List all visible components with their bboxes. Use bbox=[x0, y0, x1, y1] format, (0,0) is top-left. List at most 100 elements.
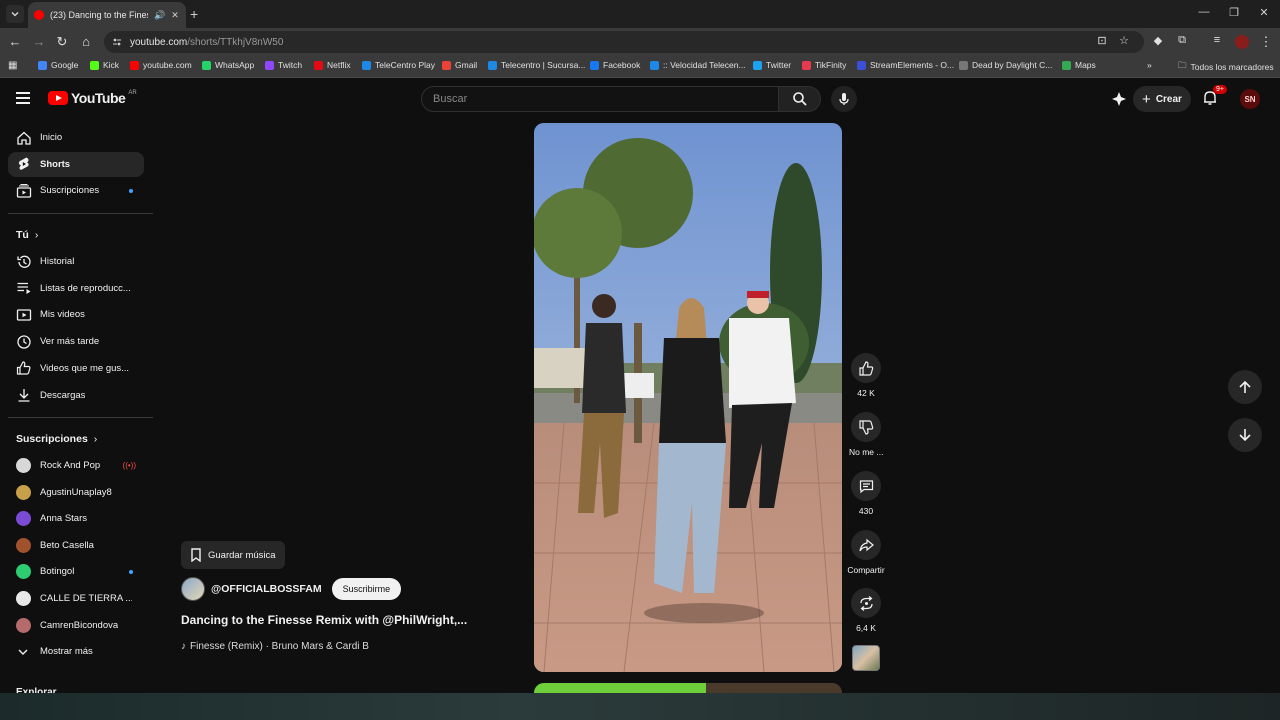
short-title[interactable]: Dancing to the Finesse Remix with @PhilW… bbox=[181, 613, 467, 627]
reload-icon[interactable]: ↻ bbox=[54, 34, 70, 50]
home-icon bbox=[8, 130, 40, 146]
bookmark-item[interactable]: Maps bbox=[1062, 60, 1096, 70]
share-button[interactable] bbox=[851, 530, 881, 560]
subscribe-button[interactable]: Suscribirme bbox=[331, 578, 402, 600]
bookmark-star-icon[interactable]: ☆ bbox=[1116, 34, 1132, 47]
sidebar-subscription-item[interactable]: Beto Casella bbox=[8, 533, 144, 558]
bookmark-item[interactable]: Twitch bbox=[265, 60, 302, 70]
sidebar-item-clock[interactable]: Ver más tarde bbox=[8, 329, 144, 354]
sidebar-subscription-item[interactable]: Anna Stars bbox=[8, 506, 144, 531]
sidebar-subscription-item[interactable]: CamrenBicondova bbox=[8, 613, 144, 638]
share-icon bbox=[858, 538, 874, 551]
address-bar[interactable]: youtube.com/shorts/TTkhjV8nW50 bbox=[104, 31, 1144, 53]
save-music-button[interactable]: Guardar música bbox=[181, 541, 285, 569]
install-app-icon[interactable]: ⊡ bbox=[1094, 34, 1110, 47]
sidebar-subscription-item[interactable]: AgustinUnaplay8 bbox=[8, 480, 144, 505]
music-link[interactable]: ♪ Finesse (Remix) · Bruno Mars & Cardi B bbox=[181, 641, 369, 652]
browser-menu-icon[interactable]: ⋮ bbox=[1258, 34, 1274, 50]
minimize-button[interactable]: — bbox=[1194, 6, 1214, 18]
next-short-button[interactable] bbox=[1228, 418, 1262, 452]
bookmark-item[interactable]: Netflix bbox=[314, 60, 351, 70]
channel-avatar bbox=[16, 484, 31, 500]
subscriptions-section-heading[interactable]: Suscripciones › bbox=[16, 433, 97, 445]
sidebar-subscription-item[interactable]: Rock And Pop ((•)) bbox=[8, 453, 144, 478]
bookmark-item[interactable]: Gmail bbox=[442, 60, 477, 70]
sparkle-create-icon[interactable] bbox=[1111, 91, 1127, 107]
bookmark-item[interactable]: Facebook bbox=[590, 60, 640, 70]
browser-toolbar: ← → ↻ ⌂ youtube.com/shorts/TTkhjV8nW50 ⊡… bbox=[0, 28, 1280, 56]
sidebar-item-like[interactable]: Videos que me gus... bbox=[8, 356, 144, 381]
previous-short-button[interactable] bbox=[1228, 370, 1262, 404]
bookmark-item[interactable]: TikFinity bbox=[802, 60, 846, 70]
channel-avatar[interactable] bbox=[181, 577, 205, 601]
close-window-button[interactable]: ✕ bbox=[1254, 6, 1274, 19]
bookmark-item[interactable]: WhatsApp bbox=[202, 60, 254, 70]
desktop-background-strip bbox=[0, 693, 1280, 720]
sidebar-item-label: Anna Stars bbox=[40, 513, 87, 525]
bookmark-item[interactable]: StreamElements - O... bbox=[857, 60, 954, 70]
sidebar-subscription-item[interactable]: CALLE DE TIERRA ... bbox=[8, 586, 144, 611]
tab-title: (23) Dancing to the Finesse bbox=[50, 10, 148, 20]
extensions-puzzle-icon[interactable]: ⧉ bbox=[1174, 34, 1190, 47]
apps-grid-icon[interactable]: ▦ bbox=[8, 60, 17, 71]
media-control-icon[interactable]: ≡ bbox=[1209, 34, 1225, 46]
search-button[interactable] bbox=[779, 86, 821, 112]
like-count: 42 K bbox=[857, 388, 875, 398]
bookmark-item[interactable]: Dead by Daylight C... bbox=[959, 60, 1052, 70]
create-button[interactable]: + Crear bbox=[1133, 86, 1191, 112]
new-content-dot bbox=[129, 188, 133, 193]
restore-button[interactable]: ❐ bbox=[1224, 6, 1244, 19]
new-tab-button[interactable]: + bbox=[190, 6, 198, 22]
sidebar-item-history[interactable]: Historial bbox=[8, 249, 144, 274]
close-tab-icon[interactable]: ✕ bbox=[171, 10, 179, 21]
bookmark-item[interactable]: Kick bbox=[90, 60, 119, 70]
voice-search-button[interactable] bbox=[831, 86, 857, 112]
short-video-player[interactable] bbox=[534, 123, 842, 672]
dislike-button[interactable] bbox=[851, 412, 881, 442]
all-bookmarks-folder[interactable]: 🗀 Todos los marcadores bbox=[1178, 60, 1274, 74]
bookmark-favicon-icon bbox=[362, 60, 371, 70]
new-content-dot bbox=[129, 569, 133, 574]
sidebar-item-label: AgustinUnaplay8 bbox=[40, 486, 112, 498]
remix-button[interactable] bbox=[851, 588, 881, 618]
extension-icon[interactable]: ◆ bbox=[1150, 34, 1166, 47]
bookmark-item[interactable]: :: Velocidad Telecen... bbox=[650, 60, 746, 70]
bookmark-item[interactable]: Twitter bbox=[753, 60, 791, 70]
bookmark-item[interactable]: Google bbox=[38, 60, 78, 70]
channel-avatar-icon bbox=[8, 617, 40, 633]
sidebar-item-my-videos[interactable]: Mis videos bbox=[8, 302, 144, 327]
site-info-icon[interactable] bbox=[112, 37, 122, 47]
account-avatar[interactable]: SN bbox=[1240, 89, 1260, 109]
search-input[interactable]: Buscar bbox=[421, 86, 779, 112]
channel-avatar-icon bbox=[8, 564, 40, 580]
sidebar-item-label: Listas de reproducc... bbox=[40, 282, 131, 294]
you-section-heading[interactable]: Tú › bbox=[16, 229, 38, 241]
bookmark-item[interactable]: Telecentro | Sucursa... bbox=[488, 60, 585, 70]
back-icon[interactable]: ← bbox=[7, 34, 23, 49]
bookmark-item[interactable]: TeleCentro Play bbox=[362, 60, 435, 70]
channel-name[interactable]: @OFFICIALBOSSFAM bbox=[211, 583, 322, 595]
bookmarks-overflow-icon[interactable]: » bbox=[1147, 60, 1152, 70]
sidebar-subscription-item[interactable]: Botingol bbox=[8, 559, 144, 584]
show-more-button[interactable]: Mostrar más bbox=[8, 639, 144, 664]
sidebar-item-label: Mis videos bbox=[40, 309, 85, 321]
forward-icon[interactable]: → bbox=[31, 34, 47, 49]
sidebar-item-playlist[interactable]: Listas de reproducc... bbox=[8, 276, 144, 301]
sidebar-item-shorts[interactable]: Shorts bbox=[8, 151, 144, 177]
bookmark-item[interactable]: youtube.com bbox=[130, 60, 192, 70]
sidebar-item-download[interactable]: Descargas bbox=[8, 383, 144, 408]
tab-search-button[interactable] bbox=[6, 5, 24, 23]
audio-playing-icon[interactable]: 🔊 bbox=[154, 10, 165, 21]
youtube-logo[interactable]: YouTube AR bbox=[48, 90, 137, 106]
sidebar-item-home[interactable]: Inicio bbox=[8, 125, 144, 150]
sidebar-item-subscriptions[interactable]: Suscripciones bbox=[8, 178, 144, 203]
comments-button[interactable] bbox=[851, 471, 881, 501]
menu-icon[interactable] bbox=[16, 92, 30, 104]
like-button[interactable] bbox=[851, 353, 881, 383]
browser-tab[interactable]: (23) Dancing to the Finesse 🔊 ✕ bbox=[28, 2, 186, 28]
sound-thumbnail[interactable] bbox=[852, 645, 880, 671]
home-browser-icon[interactable]: ⌂ bbox=[78, 34, 94, 49]
profile-avatar[interactable] bbox=[1235, 35, 1249, 49]
arrow-up-icon bbox=[1239, 380, 1251, 393]
comments-action: 430 bbox=[849, 471, 883, 516]
